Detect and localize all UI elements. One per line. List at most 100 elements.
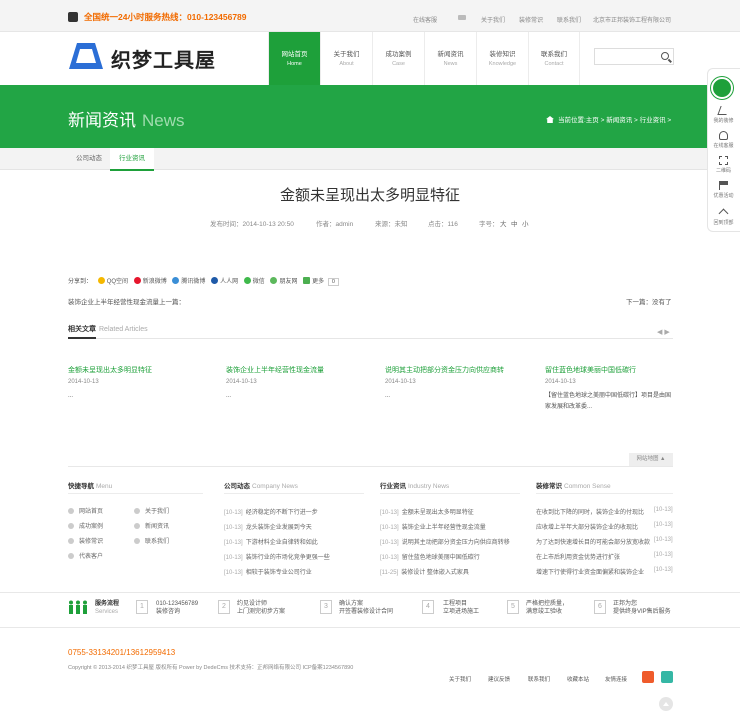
nav-home[interactable]: 网站首页 Home	[268, 32, 320, 85]
industry-news-title[interactable]: 说明其主动把部分资金压力向供应商转移	[402, 540, 510, 546]
float-online-service[interactable]: 在线客服	[707, 131, 740, 149]
font-size-medium[interactable]: 中	[511, 218, 518, 228]
nav-contact[interactable]: 联系我们 Contact	[528, 32, 580, 85]
company-news-item[interactable]: [10-13] 经济稳定的不断下行进一步	[224, 507, 318, 516]
company-news-title[interactable]: 装饰行业的市场化竞争更强一些	[246, 555, 330, 561]
related-item-title[interactable]: 留住蓝色地球美丽中国低碳行	[545, 365, 636, 375]
company-news-title[interactable]: 相较于装饰专业公司行业	[246, 570, 312, 576]
logo-text[interactable]: 织梦工具屋	[111, 44, 216, 73]
font-size-large[interactable]: 大	[500, 218, 507, 228]
sitemap-button[interactable]: 网站地图 ▲	[629, 453, 673, 466]
industry-news-title[interactable]: 金额未呈现出太多明显特征	[402, 510, 474, 516]
pengyou-icon[interactable]	[270, 277, 278, 284]
author: 作者：admin	[316, 221, 354, 228]
common-sense-item[interactable]: 为了达到快速增长目的可能会部分放宽收款	[536, 537, 650, 546]
top-link-contact[interactable]: 联系我们	[557, 15, 581, 24]
footer-menu-item[interactable]: 代表客户	[68, 551, 103, 560]
share-renren[interactable]: 人人网	[220, 279, 238, 285]
float-my-decor[interactable]: 我的装修	[707, 106, 740, 124]
company-news-title[interactable]: 经济稳定的不断下行进一步	[246, 510, 318, 516]
home-icon[interactable]	[546, 116, 554, 123]
footer-menu-item[interactable]: 新闻资讯	[134, 521, 169, 530]
industry-news-item[interactable]: [10-13] 金额未呈现出太多明显特征	[380, 507, 474, 516]
industry-news-date: [10-13]	[380, 555, 399, 561]
qzone-icon[interactable]	[97, 277, 105, 284]
weibo-icon[interactable]	[642, 671, 654, 683]
company-news-item[interactable]: [10-13] 下游材料企业自律转和如此	[224, 537, 318, 546]
weibo-icon[interactable]	[133, 277, 141, 284]
renren-icon[interactable]	[211, 277, 219, 284]
share-tencent-weibo[interactable]: 腾讯微博	[181, 279, 205, 285]
footer-link-about[interactable]: 关于我们	[449, 675, 471, 683]
footer-menu-item[interactable]: 装修常识	[68, 536, 103, 545]
font-size-small[interactable]: 小	[522, 218, 529, 228]
wechat-icon[interactable]	[243, 277, 251, 284]
top-link-online-service[interactable]: 在线客服	[413, 15, 437, 24]
top-link-knowledge[interactable]: 装修常识	[519, 15, 543, 24]
related-item-title[interactable]: 金额未呈现出太多明显特征	[68, 365, 152, 375]
industry-news-title[interactable]: 装修设计 整体嵌入式家具	[401, 570, 469, 576]
related-item-title[interactable]: 装饰企业上半年经营性现金流量	[226, 365, 324, 375]
breadcrumb-text[interactable]: 当前位置:主页 > 新闻资讯 > 行业资讯 >	[558, 117, 671, 124]
share-bar: 分享到： QQ空间 新浪微博 腾讯微博 人人网 微信 朋友网 更多 0	[68, 276, 339, 286]
share-wechat[interactable]: 微信	[253, 279, 265, 285]
float-back-to-top[interactable]: 回到顶部	[707, 207, 740, 226]
prev-article[interactable]: 装饰企业上半年经营性现金流量上一篇：	[68, 296, 185, 306]
prev-article-link[interactable]: 装饰企业上半年经营性现金流量	[68, 299, 159, 306]
nav-case[interactable]: 成功案例 Case	[372, 32, 424, 85]
tab-company-news[interactable]: 公司动态	[67, 148, 111, 170]
industry-news-item[interactable]: [10-13] 说明其主动把部分资金压力向供应商转移	[380, 537, 510, 546]
float-back-to-top-label: 回到顶部	[713, 220, 734, 226]
common-sense-item[interactable]: 在上市后利用资金优势进行扩张	[536, 552, 620, 561]
industry-news-item[interactable]: [10-13] 留住蓝色地球美丽中国低碳行	[380, 552, 480, 561]
share-pengyou[interactable]: 朋友网	[279, 279, 297, 285]
footer-menu-item[interactable]: 成功案例	[68, 521, 103, 530]
nav-news[interactable]: 新闻资讯 News	[424, 32, 476, 85]
share-weibo[interactable]: 新浪微博	[143, 279, 167, 285]
company-news-item[interactable]: [10-13] 龙头装饰企业发展到今天	[224, 522, 312, 531]
share-more[interactable]: 更多	[312, 279, 324, 285]
step-line-1: 严格把控质量，	[526, 601, 569, 607]
search-input[interactable]	[595, 49, 657, 64]
search-icon[interactable]	[661, 52, 669, 60]
industry-news-title[interactable]: 装饰企业上半年经营性现金流量	[402, 525, 486, 531]
company-news-item[interactable]: [10-13] 相较于装饰专业公司行业	[224, 567, 312, 576]
common-sense-item[interactable]: 增速下行使得行业资金面偏紧和装饰企业	[536, 567, 644, 576]
footer-link-feedback[interactable]: 建议反馈	[488, 675, 510, 683]
tencent-weibo-icon[interactable]	[172, 277, 180, 284]
company-news-item[interactable]: [10-13] 装饰行业的市场化竞争更强一些	[224, 552, 330, 561]
float-phone-icon[interactable]	[711, 77, 733, 99]
related-arrows[interactable]: ◀ ▶	[657, 328, 670, 336]
share-qzone[interactable]: QQ空间	[107, 279, 128, 285]
common-sense-item[interactable]: 应收增上半年大部分装饰企业的收现比	[536, 522, 638, 531]
nav-about[interactable]: 关于我们 About	[320, 32, 372, 85]
hotline: 全国统一24小时服务热线：010-123456789	[68, 11, 247, 23]
industry-news-title[interactable]: 留住蓝色地球美丽中国低碳行	[402, 555, 480, 561]
footer-menu-item[interactable]: 网站首页	[68, 506, 103, 515]
related-item-desc: ...	[385, 393, 391, 399]
industry-news-item[interactable]: [11-25] 装修设计 整体嵌入式家具	[380, 567, 469, 576]
footer-menu-heading-en: Menu	[96, 483, 113, 490]
footer-menu-item[interactable]: 关于我们	[134, 506, 169, 515]
company-news-title[interactable]: 下游材料企业自律转和如此	[246, 540, 318, 546]
related-item-title[interactable]: 说明其主动把部分资金压力向供应商转	[385, 365, 504, 375]
industry-news-item[interactable]: [10-13] 装饰企业上半年经营性现金流量	[380, 522, 486, 531]
company-news-title[interactable]: 龙头装饰企业发展到今天	[246, 525, 312, 531]
footer-link-favorite[interactable]: 收藏本站	[567, 675, 589, 683]
tencent-weibo-icon[interactable]	[661, 671, 673, 683]
more-share-icon[interactable]	[303, 277, 311, 284]
chat-icon[interactable]	[458, 15, 466, 20]
logo-icon[interactable]	[68, 42, 104, 70]
footer-link-contact[interactable]: 联系我们	[528, 675, 550, 683]
nav-case-en: Case	[392, 61, 405, 67]
top-link-about[interactable]: 关于我们	[481, 15, 505, 24]
float-qrcode[interactable]: 二维码	[707, 156, 740, 174]
nav-knowledge-en: Knowledge	[488, 61, 517, 67]
back-to-top-icon[interactable]	[659, 697, 673, 711]
industry-news-date: [10-13]	[380, 525, 399, 531]
footer-link-friends[interactable]: 友情连接	[605, 675, 627, 683]
footer-menu-item[interactable]: 联系我们	[134, 536, 169, 545]
tab-industry-news[interactable]: 行业资讯	[110, 148, 154, 171]
common-sense-item[interactable]: 在收到比下降的同时，装饰企业的付现比	[536, 507, 644, 516]
nav-knowledge[interactable]: 装修知识 Knowledge	[476, 32, 528, 85]
